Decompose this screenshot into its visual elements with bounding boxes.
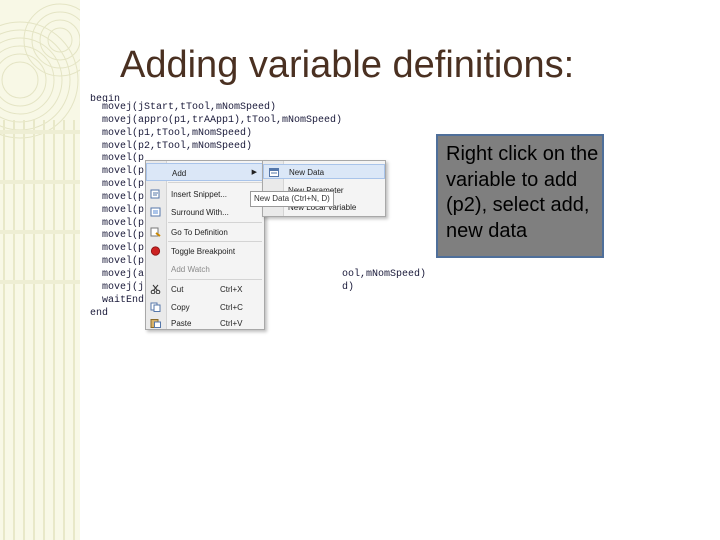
menu-item-label: Copy (171, 303, 190, 312)
menu-item-label: Add (172, 169, 187, 178)
menu-item-label: Paste (171, 319, 192, 328)
submenu-item-new-data[interactable]: New Data (263, 164, 385, 179)
code-line[interactable]: movej(jStart,tTool,mNomSpeed) (90, 102, 426, 115)
menu-item-toggle-breakpoint[interactable]: Toggle Breakpoint (146, 242, 264, 260)
callout-text: Right click on the variable to add (p2),… (446, 143, 599, 242)
code-line[interactable]: movel(p1,tTool,mNomSpeed) (90, 128, 426, 141)
menu-item-add-watch[interactable]: Add Watch (146, 260, 264, 278)
code-line[interactable]: movej(appro(p1,trAApp1),tTool,mNomSpeed) (90, 115, 426, 128)
menu-item-label: Insert Snippet... (171, 190, 228, 199)
paste-icon (150, 318, 161, 328)
submenu-arrow-icon: ▶ (251, 169, 257, 176)
menu-item-label: Go To Definition (171, 228, 228, 237)
menu-item-label: Toggle Breakpoint (171, 247, 236, 256)
goto-definition-icon (150, 227, 161, 237)
tooltip: New Data (Ctrl+N, D) (250, 191, 334, 207)
surround-icon (150, 207, 161, 217)
menu-item-go-to-definition[interactable]: Go To Definition (146, 223, 264, 241)
slide-title: Adding variable definitions: (120, 44, 575, 86)
menu-item-insert-snippet[interactable]: Insert Snippet... (146, 185, 264, 203)
breakpoint-icon (150, 246, 161, 256)
copy-icon (150, 302, 161, 312)
snippet-icon (150, 189, 161, 199)
menu-item-label: Cut (171, 285, 184, 294)
code-line[interactable]: movel(p2,tTool,mNomSpeed) (90, 141, 426, 154)
scissors-icon (150, 284, 161, 295)
menu-item-label: Add Watch (171, 265, 210, 274)
menu-item-shortcut: Ctrl+C (220, 303, 243, 312)
context-menu: Add ▶ Insert Snippet... Surround With...… (145, 160, 265, 330)
add-submenu: New Data New Parameter New Local Variabl… (262, 160, 386, 217)
submenu-item-label: New Data (289, 168, 325, 177)
new-data-icon (269, 168, 279, 177)
menu-item-label: Surround With... (171, 208, 229, 217)
menu-item-shortcut: Ctrl+X (220, 285, 243, 294)
menu-item-add[interactable]: Add ▶ (146, 163, 264, 181)
decorative-left-band (0, 0, 80, 540)
menu-item-surround-with[interactable]: Surround With... (146, 203, 264, 221)
menu-item-paste[interactable]: Paste Ctrl+V (146, 314, 264, 332)
menu-separator (168, 182, 262, 183)
menu-item-cut[interactable]: Cut Ctrl+X (146, 280, 264, 298)
code-line[interactable]: begin (90, 94, 426, 102)
menu-item-shortcut: Ctrl+V (220, 319, 243, 328)
decorative-swirl-graphic (0, 3, 80, 540)
